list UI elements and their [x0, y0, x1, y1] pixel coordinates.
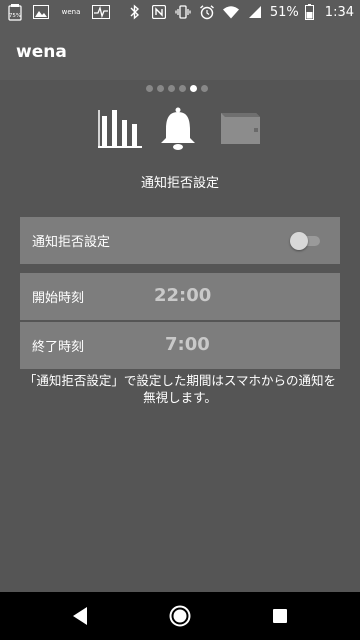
description-text: 「通知拒否設定」で設定した期間はスマホからの通知を無視します。 [23, 373, 337, 405]
home-icon [169, 605, 191, 627]
battery-saver-text: 75% [9, 13, 21, 19]
alarm-icon [198, 3, 216, 21]
bar-chart-icon [98, 110, 142, 148]
end-time-label: 終了時刻 [32, 340, 85, 355]
dnd-toggle-switch[interactable] [290, 232, 322, 250]
navigation-bar [0, 592, 360, 640]
clock: 1:34 [324, 4, 354, 20]
end-time-row[interactable]: 終了時刻 7:00 [20, 322, 340, 369]
toggle-thumb [290, 232, 308, 250]
home-button[interactable] [168, 604, 192, 628]
signal-icon [246, 3, 264, 21]
page-dot [201, 85, 208, 92]
tab-wallet[interactable] [218, 110, 264, 146]
page-dot [157, 85, 164, 92]
page-dot [179, 85, 186, 92]
content-area: 通知拒否設定 通知拒否設定 開始時刻 22:00 終了時刻 7:00 「通知拒否… [0, 80, 360, 592]
pulse-icon [92, 3, 110, 21]
wena-text-icon: wena [61, 8, 81, 16]
back-button[interactable] [68, 604, 92, 628]
tab-notification[interactable] [158, 106, 198, 150]
nfc-icon [150, 3, 168, 21]
app-title: wena [16, 42, 67, 62]
battery-saver-icon: 75% [6, 3, 24, 21]
section-title: 通知拒否設定 [140, 176, 219, 191]
recents-button[interactable] [268, 604, 292, 628]
wallet-icon [221, 113, 260, 144]
page-indicator [146, 85, 208, 92]
back-icon [73, 607, 87, 625]
bell-icon [161, 107, 195, 150]
dnd-toggle-label: 通知拒否設定 [32, 235, 111, 250]
battery-icon [305, 3, 315, 21]
page-dot-active [190, 85, 197, 92]
status-bar-notifications: 75% wena [6, 3, 110, 21]
app-bar: wena [0, 24, 360, 80]
category-tabs [96, 106, 266, 150]
page-dot [146, 85, 153, 92]
dnd-toggle-row[interactable]: 通知拒否設定 [20, 217, 340, 264]
status-bar-system: 51% 1:34 [126, 3, 354, 21]
vibrate-icon [174, 3, 192, 21]
start-time-row[interactable]: 開始時刻 22:00 [20, 273, 340, 320]
page-dot [168, 85, 175, 92]
battery-percent: 51% [269, 4, 299, 20]
start-time-value: 22:00 [154, 285, 212, 306]
wifi-icon [222, 3, 240, 21]
end-time-value: 7:00 [165, 334, 210, 355]
bluetooth-icon [126, 3, 144, 21]
start-time-label: 開始時刻 [32, 291, 85, 306]
tab-activity[interactable] [96, 106, 144, 150]
image-icon [32, 3, 50, 21]
status-bar: 75% wena 51% 1:34 [0, 0, 360, 24]
recents-icon [273, 609, 287, 623]
